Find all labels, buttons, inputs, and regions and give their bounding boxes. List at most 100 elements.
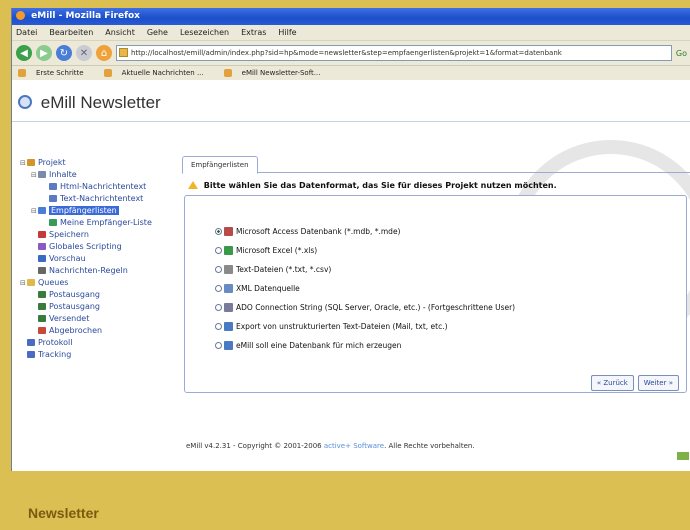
home-icon[interactable]: ⌂ (96, 45, 112, 61)
menu-item[interactable]: Gehe (147, 28, 168, 37)
format-option-label: Microsoft Access Datenbank (*.mdb, *.mde… (236, 227, 401, 236)
forward-arrow-icon[interactable]: ▶ (36, 45, 52, 61)
tree-item[interactable]: Speichern (20, 229, 152, 241)
tree-item[interactable]: ⊟ Projekt (20, 157, 152, 169)
tree-item[interactable]: ⊟ Inhalte (20, 169, 152, 181)
tree-item-label: Abgebrochen (49, 326, 103, 335)
tree-item-label: Tracking (38, 350, 72, 359)
page-content: eMill Newsletter ⊟ Projekt ⊟ Inhalte Html-Na… (12, 80, 690, 471)
tree-item[interactable]: ⊟ Queues (20, 277, 152, 289)
tree-item[interactable]: Tracking (20, 349, 152, 361)
next-button[interactable]: Weiter » (637, 375, 679, 391)
format-option[interactable]: Microsoft Excel (*.xls) (215, 241, 515, 260)
menu-item[interactable]: Lesezeichen (180, 28, 229, 37)
page-frame: eMill - Mozilla Firefox Datei Bearbeiten A… (0, 0, 690, 530)
format-option-label: XML Datenquelle (236, 284, 300, 293)
bookmark-item[interactable]: Aktuelle Nachrichten ... (103, 69, 214, 77)
tree-toggle-icon[interactable]: ⊟ (31, 205, 38, 217)
app-title: eMill Newsletter (18, 93, 161, 113)
bookmark-icon (103, 69, 112, 77)
tree-node-icon (27, 339, 35, 346)
tree-item[interactable]: ⊟ Empfängerlisten (20, 205, 152, 217)
tree-toggle-icon[interactable]: ⊟ (20, 157, 27, 169)
tree-node-icon (38, 231, 46, 238)
radio-button[interactable] (215, 323, 222, 330)
format-option[interactable]: XML Datenquelle (215, 279, 515, 298)
menu-item[interactable]: Datei (16, 28, 37, 37)
tree-item[interactable]: Nachrichten-Regeln (20, 265, 152, 277)
tree-node-icon (38, 267, 46, 274)
firefox-icon (16, 11, 25, 20)
tree-item[interactable]: Text-Nachrichtentext (20, 193, 152, 205)
tree-item[interactable]: Abgebrochen (20, 325, 152, 337)
back-arrow-icon[interactable]: ◀ (16, 45, 32, 61)
menu-bar: Datei Bearbeiten Ansicht Gehe Lesezeichen Ext… (12, 25, 690, 41)
radio-button[interactable] (215, 228, 222, 235)
footer-copyright: eMill v4.2.31 - Copyright © 2001-2006 ac… (186, 442, 475, 450)
footer-brand-link[interactable]: active+ Software (324, 442, 384, 450)
format-option-label: eMill soll eine Datenbank für mich erzeu… (236, 341, 402, 350)
radio-button[interactable] (215, 266, 222, 273)
app-title-text: eMill Newsletter (40, 93, 161, 112)
format-option[interactable]: Export von unstrukturierten Text-Dateien… (215, 317, 515, 336)
format-option[interactable]: eMill soll eine Datenbank für mich erzeu… (215, 336, 515, 355)
tree-item[interactable]: Postausgang (20, 289, 152, 301)
tree-item[interactable]: Globales Scripting (20, 241, 152, 253)
tree-item-label: Meine Empfänger-Liste (60, 218, 152, 227)
format-icon (224, 341, 233, 350)
footer-prefix: eMill v4.2.31 - Copyright © 2001-2006 (186, 442, 324, 450)
tree-item[interactable]: Html-Nachrichtentext (20, 181, 152, 193)
tree-node-icon (27, 351, 35, 358)
tab-empfaengerlisten[interactable]: Empfängerlisten (182, 156, 258, 174)
reload-icon[interactable]: ↻ (56, 45, 72, 61)
format-option[interactable]: ADO Connection String (SQL Server, Oracl… (215, 298, 515, 317)
status-icon (677, 452, 689, 460)
tree-item-label: Text-Nachrichtentext (60, 194, 144, 203)
tree-item[interactable]: Vorschau (20, 253, 152, 265)
format-prompt-text: Bitte wählen Sie das Datenformat, das Si… (203, 181, 557, 190)
radio-button[interactable] (215, 304, 222, 311)
tree-toggle-icon[interactable]: ⊟ (20, 277, 27, 289)
tree-node-icon (38, 303, 46, 310)
radio-button[interactable] (215, 247, 222, 254)
tree-toggle-icon[interactable]: ⊟ (31, 169, 38, 181)
navigation-toolbar: ◀ ▶ ↻ ✕ ⌂ http://localhost/emill/admin/i… (12, 41, 690, 66)
bookmark-item[interactable]: Erste Schritte (18, 69, 94, 77)
format-option-label: ADO Connection String (SQL Server, Oracl… (236, 303, 516, 312)
tree-node-icon (38, 315, 46, 322)
go-button[interactable]: Go (676, 49, 687, 58)
tree-item-label: Nachrichten-Regeln (49, 266, 128, 275)
tree-item-label: Postausgang (49, 302, 101, 311)
format-icon (224, 284, 233, 293)
format-options: Microsoft Access Datenbank (*.mdb, *.mde… (215, 222, 515, 355)
emill-logo-icon (18, 95, 32, 109)
menu-item[interactable]: Bearbeiten (49, 28, 93, 37)
menu-item[interactable]: Extras (241, 28, 266, 37)
tree-node-icon (38, 327, 46, 334)
menu-item[interactable]: Ansicht (105, 28, 135, 37)
menu-item[interactable]: Hilfe (278, 28, 296, 37)
url-field[interactable]: http://localhost/emill/admin/index.php?s… (116, 45, 672, 61)
wizard-buttons: « Zurück Weiter » (587, 375, 679, 391)
tree-item[interactable]: Protokoll (20, 337, 152, 349)
tree-node-icon (38, 243, 46, 250)
tree-node-icon (27, 279, 35, 286)
format-option-label: Text-Dateien (*.txt, *.csv) (236, 265, 332, 274)
tree-item[interactable]: Meine Empfänger-Liste (20, 217, 152, 229)
format-icon (224, 246, 233, 255)
radio-button[interactable] (215, 285, 222, 292)
tree-item-label: Vorschau (49, 254, 86, 263)
format-option[interactable]: Text-Dateien (*.txt, *.csv) (215, 260, 515, 279)
stop-icon[interactable]: ✕ (76, 45, 92, 61)
tree-item-label: Postausgang (49, 290, 101, 299)
tree-node-icon (38, 255, 46, 262)
tree-item[interactable]: Postausgang (20, 301, 152, 313)
bookmark-item[interactable]: eMill Newsletter-Soft... (223, 69, 331, 77)
radio-button[interactable] (215, 342, 222, 349)
back-button[interactable]: « Zurück (590, 375, 634, 391)
tab-divider (182, 172, 690, 173)
bookmark-label: eMill Newsletter-Soft... (241, 69, 321, 77)
format-icon (224, 265, 233, 274)
tree-item[interactable]: Versendet (20, 313, 152, 325)
format-option[interactable]: Microsoft Access Datenbank (*.mdb, *.mde… (215, 222, 515, 241)
